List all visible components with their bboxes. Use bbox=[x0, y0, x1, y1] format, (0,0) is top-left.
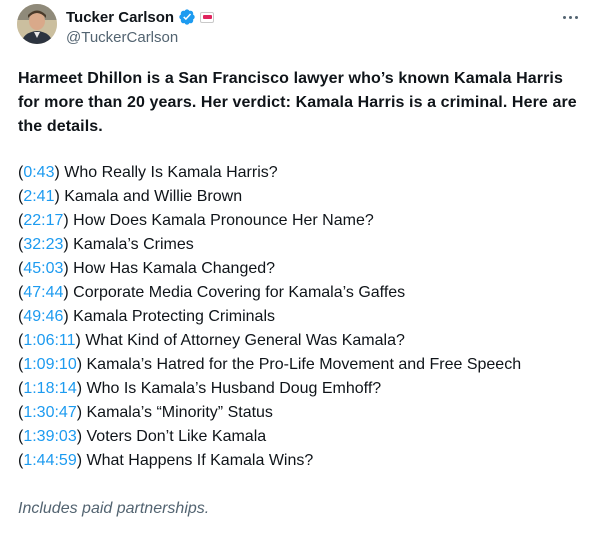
chapter-item: (1:39:03) Voters Don’t Like Kamala bbox=[18, 428, 267, 445]
chapter-item: (0:43) Who Really Is Kamala Harris? bbox=[18, 164, 278, 181]
chapter-item: (1:06:11) What Kind of Attorney General … bbox=[18, 332, 405, 349]
chapter-item: (47:44) Corporate Media Covering for Kam… bbox=[18, 284, 406, 301]
chapter-item: (1:30:47) Kamala’s “Minority” Status bbox=[18, 404, 273, 421]
post: Tucker Carlson @TuckerCarlson Harmeet Dh… bbox=[0, 0, 597, 533]
chapter-title: Kamala’s Hatred for the Pro-Life Movemen… bbox=[86, 356, 522, 373]
timestamp-link[interactable]: 1:09:10 bbox=[23, 356, 76, 373]
timestamp-link[interactable]: 47:44 bbox=[23, 284, 63, 301]
timestamp-link[interactable]: 1:39:03 bbox=[23, 428, 76, 445]
timestamp-link[interactable]: 49:46 bbox=[23, 308, 63, 325]
chapter-title: What Happens If Kamala Wins? bbox=[86, 452, 314, 469]
chapter-item: (45:03) How Has Kamala Changed? bbox=[18, 260, 276, 277]
timestamp-link[interactable]: 2:41 bbox=[23, 188, 54, 205]
verified-badge-icon bbox=[178, 8, 196, 26]
author-display-name[interactable]: Tucker Carlson bbox=[66, 9, 174, 26]
chapter-item: (1:44:59) What Happens If Kamala Wins? bbox=[18, 452, 314, 469]
chapter-title: Kamala’s “Minority” Status bbox=[86, 404, 273, 421]
author-name-row: Tucker Carlson bbox=[66, 7, 215, 27]
timestamp-link[interactable]: 45:03 bbox=[23, 260, 63, 277]
chapter-item: (2:41) Kamala and Willie Brown bbox=[18, 188, 243, 205]
chapter-title: Kamala’s Crimes bbox=[73, 236, 194, 253]
chapter-title: Corporate Media Covering for Kamala’s Ga… bbox=[73, 284, 406, 301]
chapter-title: Who Is Kamala’s Husband Doug Emhoff? bbox=[86, 380, 382, 397]
chapter-title: Voters Don’t Like Kamala bbox=[86, 428, 267, 445]
timestamp-link[interactable]: 1:06:11 bbox=[23, 332, 75, 349]
chapter-title: Kamala Protecting Criminals bbox=[73, 308, 276, 325]
timestamp-link[interactable]: 1:44:59 bbox=[23, 452, 76, 469]
chapter-title: How Has Kamala Changed? bbox=[73, 260, 276, 277]
author-handle[interactable]: @TuckerCarlson bbox=[66, 29, 178, 46]
avatar-image bbox=[17, 4, 57, 44]
timestamp-link[interactable]: 1:30:47 bbox=[23, 404, 76, 421]
timestamp-link[interactable]: 22:17 bbox=[23, 212, 63, 229]
timestamp-link[interactable]: 0:43 bbox=[23, 164, 54, 181]
chapter-item: (49:46) Kamala Protecting Criminals bbox=[18, 308, 276, 325]
chapter-list: (0:43) Who Really Is Kamala Harris? (2:4… bbox=[18, 161, 583, 473]
timestamp-link[interactable]: 32:23 bbox=[23, 236, 63, 253]
chapter-title: Kamala and Willie Brown bbox=[64, 188, 243, 205]
chapter-title: Who Really Is Kamala Harris? bbox=[64, 164, 278, 181]
timestamp-link[interactable]: 1:18:14 bbox=[23, 380, 76, 397]
affiliate-badge-icon[interactable] bbox=[200, 11, 215, 23]
more-options-icon[interactable] bbox=[557, 8, 583, 26]
chapter-title: How Does Kamala Pronounce Her Name? bbox=[73, 212, 374, 229]
chapter-title: What Kind of Attorney General Was Kamala… bbox=[85, 332, 405, 349]
chapter-item: (22:17) How Does Kamala Pronounce Her Na… bbox=[18, 212, 374, 229]
chapter-item: (1:09:10) Kamala’s Hatred for the Pro-Li… bbox=[18, 356, 522, 373]
avatar[interactable] bbox=[17, 4, 57, 44]
chapter-item: (32:23) Kamala’s Crimes bbox=[18, 236, 194, 253]
chapter-item: (1:18:14) Who Is Kamala’s Husband Doug E… bbox=[18, 380, 382, 397]
paid-partnership-note: Includes paid partnerships. bbox=[18, 500, 210, 517]
post-intro-text: Harmeet Dhillon is a San Francisco lawye… bbox=[18, 70, 577, 135]
